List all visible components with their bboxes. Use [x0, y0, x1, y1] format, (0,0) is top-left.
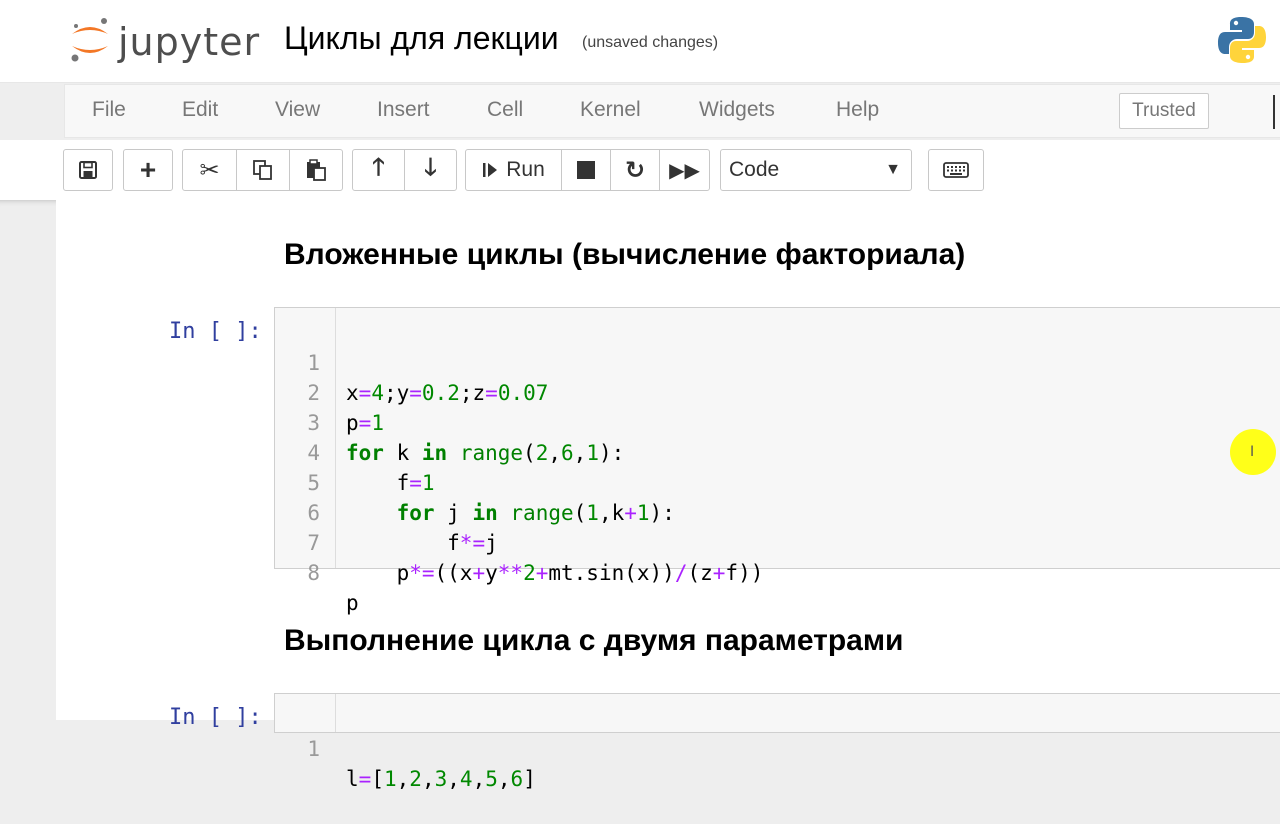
logo-text: jupyter [118, 20, 261, 64]
move-down-button[interactable]: 🡓 [404, 149, 457, 191]
move-up-icon: 🡑 [372, 153, 385, 181]
move-up-button[interactable]: 🡑 [352, 149, 405, 191]
header: jupyter Циклы для лекции (unsaved change… [0, 0, 1280, 83]
cell-type-select[interactable]: Code ▼ [720, 149, 912, 191]
move-group: 🡑 🡓 [352, 149, 457, 191]
run-label: Run [506, 158, 545, 181]
notebook-area[interactable]: Вложенные циклы (вычисление факториала) … [0, 200, 1280, 791]
menubar: File Edit View Insert Cell Kernel Widget… [64, 84, 1280, 138]
run-group: Run ↻ ▶▶ [465, 149, 710, 191]
line-number: 1 [307, 737, 320, 761]
code-line[interactable]: 6 f*=j [275, 468, 497, 555]
menu-cell[interactable]: Cell [487, 98, 523, 122]
restart-icon: ↻ [624, 156, 646, 184]
menu-divider [1273, 95, 1275, 129]
run-button[interactable]: Run [465, 149, 562, 191]
markdown-heading-2[interactable]: Выполнение цикла с двумя параметрами [284, 624, 903, 658]
edit-group: ✂ [182, 149, 343, 191]
copy-icon [253, 160, 272, 180]
menu-widgets[interactable]: Widgets [699, 98, 775, 122]
code-line[interactable]: 1 l=[1,2,3,4,5,6] [275, 704, 536, 791]
restart-button[interactable]: ↻ [610, 149, 660, 191]
code-line[interactable]: 1 x=4;y=0.2;z=0.07 [275, 318, 548, 405]
toolbar: + ✂ 🡑 🡓 Run ↻ ▶▶ Code ▼ [0, 140, 1280, 200]
code-line[interactable]: 5 for j in range(1,k+1): [275, 438, 675, 525]
add-cell-icon: + [139, 154, 157, 185]
fast-forward-icon: ▶▶ [669, 159, 700, 182]
text-cursor-icon: I [1250, 444, 1255, 460]
save-button[interactable] [63, 149, 113, 191]
jupyter-logo-icon [71, 18, 108, 62]
code-text: p*=((x+y**2+mt.sin(x))/(z+f)) [346, 561, 764, 585]
menu-edit[interactable]: Edit [182, 98, 218, 122]
chevron-down-icon: ▼ [885, 161, 901, 178]
code-line[interactable]: 4 f=1 [275, 408, 434, 495]
insert-group: + [123, 149, 173, 191]
jupyter-logo[interactable]: jupyter [66, 12, 266, 68]
cell-type-value: Code [729, 158, 780, 181]
cut-icon: ✂ [199, 156, 220, 184]
code-cell-1[interactable]: 1 x=4;y=0.2;z=0.07 2 p=1 3 for k in rang… [274, 307, 1280, 615]
insert-cell-button[interactable]: + [123, 149, 173, 191]
notebook-page: Вложенные циклы (вычисление факториала) … [56, 200, 1280, 791]
line-number: 8 [307, 561, 320, 585]
notebook-name[interactable]: Циклы для лекции [284, 20, 559, 57]
menu-kernel[interactable]: Kernel [580, 98, 641, 122]
copy-button[interactable] [236, 149, 290, 191]
save-icon [79, 161, 97, 179]
move-down-icon: 🡓 [424, 153, 437, 181]
code-text: for k in range(2,6,1): [346, 441, 625, 465]
cell-1-prompt: In [ ]: [169, 319, 262, 344]
stop-icon [577, 161, 595, 179]
command-palette-group [928, 149, 984, 191]
save-status: (unsaved changes) [582, 34, 719, 51]
paste-button[interactable] [289, 149, 343, 191]
run-icon [483, 163, 498, 177]
code-text: p [346, 591, 359, 615]
keyboard-icon [943, 162, 969, 178]
paste-icon [307, 159, 326, 181]
menu-view[interactable]: View [275, 98, 320, 122]
save-group [63, 149, 113, 191]
menu-file[interactable]: File [92, 98, 126, 122]
trusted-indicator[interactable]: Trusted [1119, 93, 1209, 129]
cut-button[interactable]: ✂ [182, 149, 237, 191]
code-line[interactable]: 7 p*=((x+y**2+mt.sin(x))/(z+f)) [275, 498, 763, 585]
code-text: for j in range(1,k+1): [396, 501, 675, 525]
menu-help[interactable]: Help [836, 98, 879, 122]
python-logo-icon [1218, 17, 1266, 63]
code-cell-2[interactable]: 1 l=[1,2,3,4,5,6] [274, 693, 1280, 791]
code-text: l=[1,2,3,4,5,6] [346, 767, 536, 791]
code-text: x=4;y=0.2;z=0.07 [346, 381, 549, 405]
code-line[interactable]: 3 for k in range(2,6,1): [275, 378, 624, 465]
code-line[interactable]: 8 p [275, 528, 376, 615]
code-line[interactable]: 2 p=1 [275, 348, 384, 435]
restart-run-all-button[interactable]: ▶▶ [659, 149, 710, 191]
stop-button[interactable] [561, 149, 611, 191]
command-palette-button[interactable] [928, 149, 984, 191]
markdown-heading-1[interactable]: Вложенные циклы (вычисление факториала) [284, 238, 965, 272]
menu-insert[interactable]: Insert [377, 98, 430, 122]
cell-2-prompt: In [ ]: [169, 705, 262, 730]
